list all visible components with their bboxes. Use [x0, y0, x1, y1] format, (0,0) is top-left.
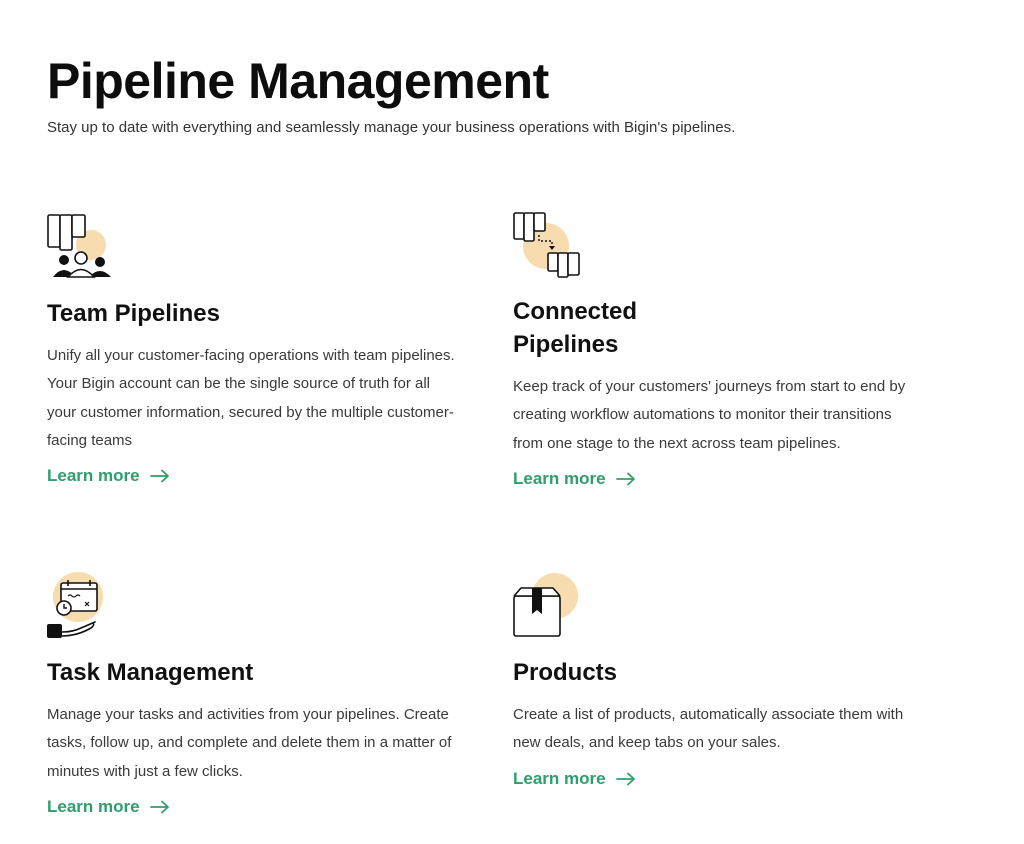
page-title: Pipeline Management — [47, 53, 549, 109]
feature-description: Unify all your customer-facing operation… — [47, 347, 455, 449]
learn-more-link[interactable]: Learn more — [513, 769, 636, 789]
feature-title: Task Management — [47, 659, 254, 686]
arrow-right-icon — [615, 772, 635, 785]
team-pipelines-icon — [47, 213, 117, 283]
products-icon — [513, 572, 583, 642]
feature-products: Products Create a list of products, auto… — [513, 572, 923, 789]
task-management-icon — [47, 572, 117, 642]
feature-title: Team Pipelines — [47, 300, 220, 327]
learn-more-label: Learn more — [47, 466, 140, 486]
feature-description: Keep track of your customers' journeys f… — [513, 378, 906, 452]
learn-more-link[interactable]: Learn more — [513, 469, 636, 489]
feature-title: Connected Pipelines — [513, 298, 638, 358]
feature-description: Create a list of products, automatically… — [513, 706, 904, 752]
feature-title: Products — [513, 659, 618, 686]
learn-more-label: Learn more — [47, 796, 140, 816]
learn-more-label: Learn more — [513, 468, 606, 488]
feature-team-pipelines: Team Pipelines Unify all your customer-f… — [47, 213, 457, 486]
feature-task-management: Task Management Manage your tasks and ac… — [47, 572, 457, 817]
learn-more-link[interactable]: Learn more — [47, 797, 170, 817]
page-subtitle: Stay up to date with everything and seam… — [47, 119, 736, 136]
arrow-right-icon — [149, 800, 169, 814]
arrow-right-icon — [149, 469, 169, 483]
feature-connected-pipelines: Connected Pipelines Keep track of your c… — [513, 211, 923, 489]
learn-more-label: Learn more — [513, 768, 606, 788]
connected-pipelines-icon — [513, 211, 583, 281]
feature-description: Manage your tasks and activities from yo… — [47, 706, 452, 780]
learn-more-link[interactable]: Learn more — [47, 466, 170, 486]
arrow-right-icon — [615, 472, 635, 486]
